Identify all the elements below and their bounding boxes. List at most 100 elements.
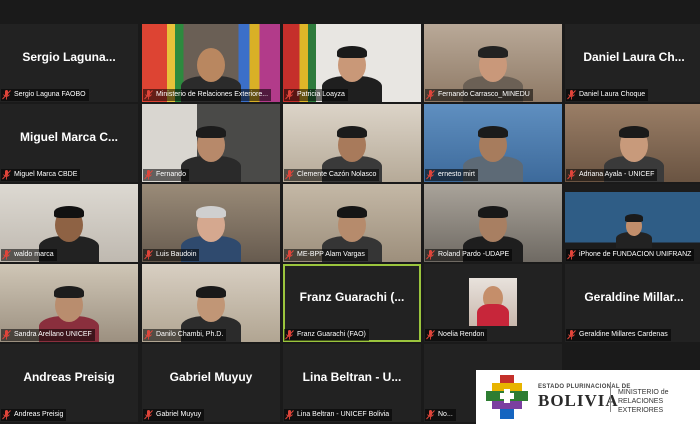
participant-display-name: Andreas Preisig bbox=[23, 370, 115, 384]
participant-name: Gabriel Muyuy bbox=[156, 411, 202, 418]
muted-mic-icon bbox=[2, 330, 11, 340]
bolivia-emblem-icon bbox=[486, 375, 528, 419]
muted-mic-icon bbox=[285, 330, 294, 340]
participant-name-label: Andreas Preisig bbox=[1, 409, 67, 421]
participant-name-label: ME-BPP Alam Vargas bbox=[284, 249, 368, 261]
estado-text: ESTADO PLURINACIONAL DE bbox=[538, 384, 631, 390]
participant-name: Fernando Carrasco_MINEDU bbox=[438, 91, 530, 98]
participant-name-label: Gabriel Muyuy bbox=[143, 409, 205, 421]
muted-mic-icon bbox=[426, 170, 435, 180]
participant-name: Clemente Cazón Nolasco bbox=[297, 171, 377, 178]
participant-name: Lina Beltran - UNICEF Bolivia bbox=[297, 411, 390, 418]
muted-mic-icon bbox=[567, 250, 576, 260]
participant-tile[interactable]: Andreas Preisig Andreas Preisig bbox=[0, 344, 138, 422]
participant-name: Andreas Preisig bbox=[14, 411, 64, 418]
participant-name-label: Ministerio de Relaciones Exteriore... bbox=[143, 89, 272, 101]
muted-mic-icon bbox=[144, 250, 153, 260]
participant-name-label: waldo marca bbox=[1, 249, 57, 261]
ministry-name: MINISTERIO de RELACIONES EXTERIORES bbox=[618, 389, 669, 414]
participant-name-label: iPhone de FUNDACION UNIFRANZ bbox=[566, 249, 695, 261]
avatar bbox=[469, 278, 517, 326]
participant-name-label: Patricia Loayza bbox=[284, 89, 348, 101]
participant-tile[interactable]: Gabriel Muyuy Gabriel Muyuy bbox=[142, 344, 280, 422]
participant-video bbox=[616, 206, 652, 248]
participant-tile[interactable]: Sandra Arellano UNICEF bbox=[0, 264, 138, 342]
participant-name-label: Fernando bbox=[143, 169, 189, 181]
participant-tile[interactable]: Patricia Loayza bbox=[283, 24, 421, 102]
muted-mic-icon bbox=[426, 90, 435, 100]
muted-mic-icon bbox=[285, 250, 294, 260]
participant-name: Daniel Laura Choque bbox=[579, 91, 646, 98]
participant-tile[interactable]: Geraldine Millar... Geraldine Millares Ca… bbox=[565, 264, 700, 342]
muted-mic-icon bbox=[285, 90, 294, 100]
participant-name-label: Geraldine Millares Cardenas bbox=[566, 329, 671, 341]
participant-tile[interactable]: Fernando Carrasco_MINEDU bbox=[424, 24, 562, 102]
participant-name: ME-BPP Alam Vargas bbox=[297, 251, 365, 258]
muted-mic-icon bbox=[2, 170, 11, 180]
muted-mic-icon bbox=[144, 170, 153, 180]
participant-tile[interactable]: Fernando bbox=[142, 104, 280, 182]
muted-mic-icon bbox=[567, 90, 576, 100]
participant-tile[interactable]: Noelia Rendon bbox=[424, 264, 562, 342]
divider bbox=[610, 382, 611, 412]
participant-name: iPhone de FUNDACION UNIFRANZ bbox=[579, 251, 692, 258]
participant-name: Ministerio de Relaciones Exteriore... bbox=[156, 91, 269, 98]
participant-tile[interactable]: iPhone de FUNDACION UNIFRANZ bbox=[565, 184, 700, 262]
muted-mic-icon bbox=[567, 170, 576, 180]
participant-name-label: Sergio Laguna FAOBO bbox=[1, 89, 89, 101]
muted-mic-icon bbox=[2, 90, 11, 100]
muted-mic-icon bbox=[426, 250, 435, 260]
participant-tile[interactable]: Miguel Marca C... Miguel Marca CBDE bbox=[0, 104, 138, 182]
participant-tile[interactable]: Luis Baudoin bbox=[142, 184, 280, 262]
participant-name-label: Luis Baudoin bbox=[143, 249, 200, 261]
participant-name: No... bbox=[438, 411, 453, 418]
participant-name: Miguel Marca CBDE bbox=[14, 171, 78, 178]
participant-name-label: Adriana Ayala - UNICEF bbox=[566, 169, 658, 181]
participant-display-name: Miguel Marca C... bbox=[19, 130, 119, 144]
participant-tile[interactable]: Lina Beltran - U... Lina Beltran - UNICEF… bbox=[283, 344, 421, 422]
participant-name-label: Noelia Rendon bbox=[425, 329, 488, 341]
participant-tile[interactable]: Sergio Laguna... Sergio Laguna FAOBO bbox=[0, 24, 138, 102]
participant-name: Noelia Rendon bbox=[438, 331, 485, 338]
muted-mic-icon bbox=[426, 410, 435, 420]
participant-name: ernesto mirt bbox=[438, 171, 475, 178]
participant-tile[interactable]: Franz Guarachi (... Franz Guarachi (FAO) bbox=[283, 264, 421, 342]
ministry-watermark: ESTADO PLURINACIONAL DE BOLIVIA MINISTER… bbox=[476, 370, 700, 424]
muted-mic-icon bbox=[144, 330, 153, 340]
participant-display-name: Lina Beltran - U... bbox=[302, 370, 402, 384]
muted-mic-icon bbox=[2, 250, 11, 260]
participant-tile[interactable]: Danilo Chambi, Ph.D. bbox=[142, 264, 280, 342]
muted-mic-icon bbox=[2, 410, 11, 420]
participant-tile[interactable]: Adriana Ayala - UNICEF bbox=[565, 104, 700, 182]
participant-name-label: Clemente Cazón Nolasco bbox=[284, 169, 380, 181]
participant-name: Roland Pardo -UDAPE bbox=[438, 251, 510, 258]
participant-tile[interactable]: waldo marca bbox=[0, 184, 138, 262]
muted-mic-icon bbox=[567, 330, 576, 340]
participant-display-name: Gabriel Muyuy bbox=[169, 370, 253, 384]
participant-name-label: Miguel Marca CBDE bbox=[1, 169, 81, 181]
participant-display-name: Daniel Laura Ch... bbox=[583, 50, 685, 64]
participant-display-name: Franz Guarachi (... bbox=[299, 290, 405, 304]
participant-name-label: No... bbox=[425, 409, 456, 421]
participant-tile[interactable]: Roland Pardo -UDAPE bbox=[424, 184, 562, 262]
participant-tile[interactable]: ME-BPP Alam Vargas bbox=[283, 184, 421, 262]
participant-name-label: ernesto mirt bbox=[425, 169, 478, 181]
participant-name-label: Sandra Arellano UNICEF bbox=[1, 329, 95, 341]
participant-name: Luis Baudoin bbox=[156, 251, 197, 258]
participant-tile[interactable]: ernesto mirt bbox=[424, 104, 562, 182]
participant-tile[interactable]: Ministerio de Relaciones Exteriore... bbox=[142, 24, 280, 102]
muted-mic-icon bbox=[285, 410, 294, 420]
participant-name: Geraldine Millares Cardenas bbox=[579, 331, 668, 338]
participant-name: waldo marca bbox=[14, 251, 54, 258]
participant-name: Patricia Loayza bbox=[297, 91, 345, 98]
participant-display-name: Geraldine Millar... bbox=[584, 290, 684, 304]
participant-tile[interactable]: Clemente Cazón Nolasco bbox=[283, 104, 421, 182]
participant-name: Adriana Ayala - UNICEF bbox=[579, 171, 655, 178]
participant-name-label: Roland Pardo -UDAPE bbox=[425, 249, 513, 261]
participant-name-label: Daniel Laura Choque bbox=[566, 89, 649, 101]
participant-video bbox=[181, 112, 241, 182]
participant-name-label: Danilo Chambi, Ph.D. bbox=[143, 329, 227, 341]
participant-tile[interactable]: Daniel Laura Ch... Daniel Laura Choque bbox=[565, 24, 700, 102]
participant-name-label: Lina Beltran - UNICEF Bolivia bbox=[284, 409, 393, 421]
participant-name-label: Franz Guarachi (FAO) bbox=[284, 329, 369, 341]
